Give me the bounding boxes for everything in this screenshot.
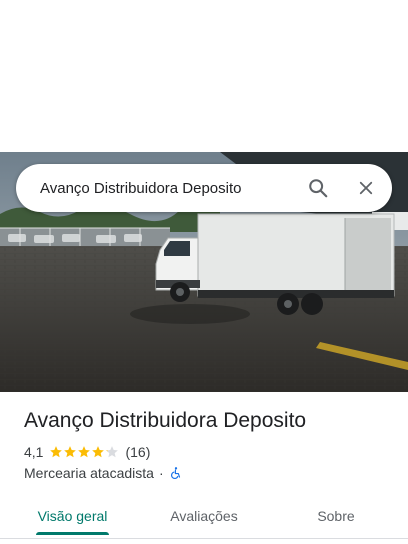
- tab-about[interactable]: Sobre: [300, 494, 372, 538]
- tab-reviews-label: Avaliações: [170, 508, 238, 524]
- search-bar[interactable]: Avanço Distribuidora Deposito: [16, 164, 392, 212]
- place-category[interactable]: Mercearia atacadista: [24, 465, 154, 481]
- category-row: Mercearia atacadista ·: [24, 465, 183, 481]
- star-filled-icon: [64, 446, 77, 458]
- star-rating: [49, 445, 119, 459]
- tab-about-label: Sobre: [317, 508, 355, 524]
- star-filled-icon: [92, 446, 105, 458]
- active-tab-indicator: [36, 532, 109, 535]
- close-icon: [359, 181, 373, 195]
- wheelchair-icon[interactable]: [169, 466, 183, 480]
- rating-value: 4,1: [24, 444, 44, 460]
- tabs-divider: [0, 538, 408, 539]
- star-empty-icon: [106, 446, 119, 458]
- tab-reviews[interactable]: Avaliações: [152, 494, 256, 538]
- star-filled-icon: [78, 446, 91, 458]
- search-button[interactable]: [298, 168, 338, 208]
- search-input[interactable]: Avanço Distribuidora Deposito: [40, 180, 298, 197]
- star-filled-icon: [50, 446, 63, 458]
- close-button[interactable]: [346, 168, 386, 208]
- tab-overview-label: Visão geral: [37, 508, 108, 524]
- separator-dot: ·: [158, 465, 164, 481]
- rating-row[interactable]: 4,1 (16): [24, 444, 150, 460]
- place-tabs: Visão geral Avaliações Sobre: [0, 494, 408, 538]
- search-icon: [309, 179, 328, 198]
- review-count[interactable]: (16): [125, 444, 150, 460]
- place-title: Avanço Distribuidora Deposito: [24, 409, 307, 432]
